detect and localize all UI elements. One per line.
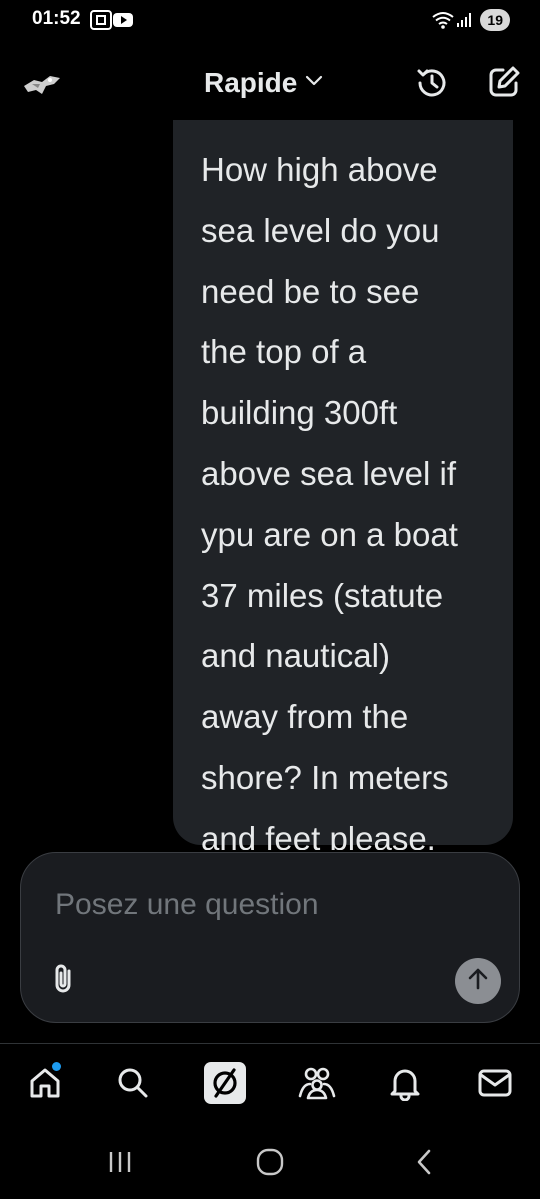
nav-notifications[interactable]	[382, 1062, 428, 1108]
communities-icon	[298, 1066, 336, 1105]
arrow-up-icon	[467, 967, 489, 996]
model-selector[interactable]: Rapide	[204, 67, 323, 99]
compose-icon	[487, 66, 521, 103]
attach-button[interactable]	[49, 961, 79, 997]
nav-home[interactable]	[22, 1062, 68, 1108]
recents-icon	[107, 1150, 133, 1179]
battery-level: 19	[480, 9, 510, 31]
composer	[20, 852, 520, 1023]
user-message-text: How high above sea level do you need be …	[201, 151, 458, 850]
youtube-icon	[112, 10, 134, 35]
home-circle-icon	[255, 1147, 285, 1182]
screenshot-icon	[90, 10, 112, 35]
avatar[interactable]	[20, 64, 66, 104]
grok-icon	[203, 1061, 247, 1110]
send-button[interactable]	[455, 958, 501, 1004]
history-button[interactable]	[414, 65, 450, 101]
notification-dot	[52, 1062, 61, 1071]
question-input[interactable]	[55, 883, 475, 927]
back-button[interactable]	[404, 1148, 444, 1180]
status-bar: 01:52 19	[0, 0, 540, 42]
home-button[interactable]	[250, 1148, 290, 1180]
search-icon	[116, 1066, 150, 1105]
recents-button[interactable]	[100, 1148, 140, 1180]
wifi-icon	[432, 11, 454, 34]
messages-icon	[478, 1068, 512, 1103]
model-label: Rapide	[204, 67, 298, 98]
nav-grok[interactable]	[202, 1061, 248, 1110]
chat-area[interactable]: How high above sea level do you need be …	[0, 120, 540, 850]
app-header: Rapide	[0, 50, 540, 120]
new-chat-button[interactable]	[487, 65, 523, 101]
back-icon	[414, 1148, 434, 1181]
nav-communities[interactable]	[294, 1062, 340, 1108]
chevron-down-icon	[305, 74, 323, 92]
bottom-nav	[0, 1044, 540, 1130]
nav-messages[interactable]	[472, 1062, 518, 1108]
signal-icon	[456, 12, 472, 33]
paperclip-icon	[49, 964, 79, 1001]
status-time: 01:52	[32, 8, 81, 29]
system-nav	[0, 1130, 540, 1199]
home-icon	[28, 1066, 62, 1105]
nav-search[interactable]	[110, 1062, 156, 1108]
history-icon	[414, 69, 450, 105]
notifications-icon	[388, 1065, 422, 1106]
user-message-bubble: How high above sea level do you need be …	[173, 120, 513, 850]
